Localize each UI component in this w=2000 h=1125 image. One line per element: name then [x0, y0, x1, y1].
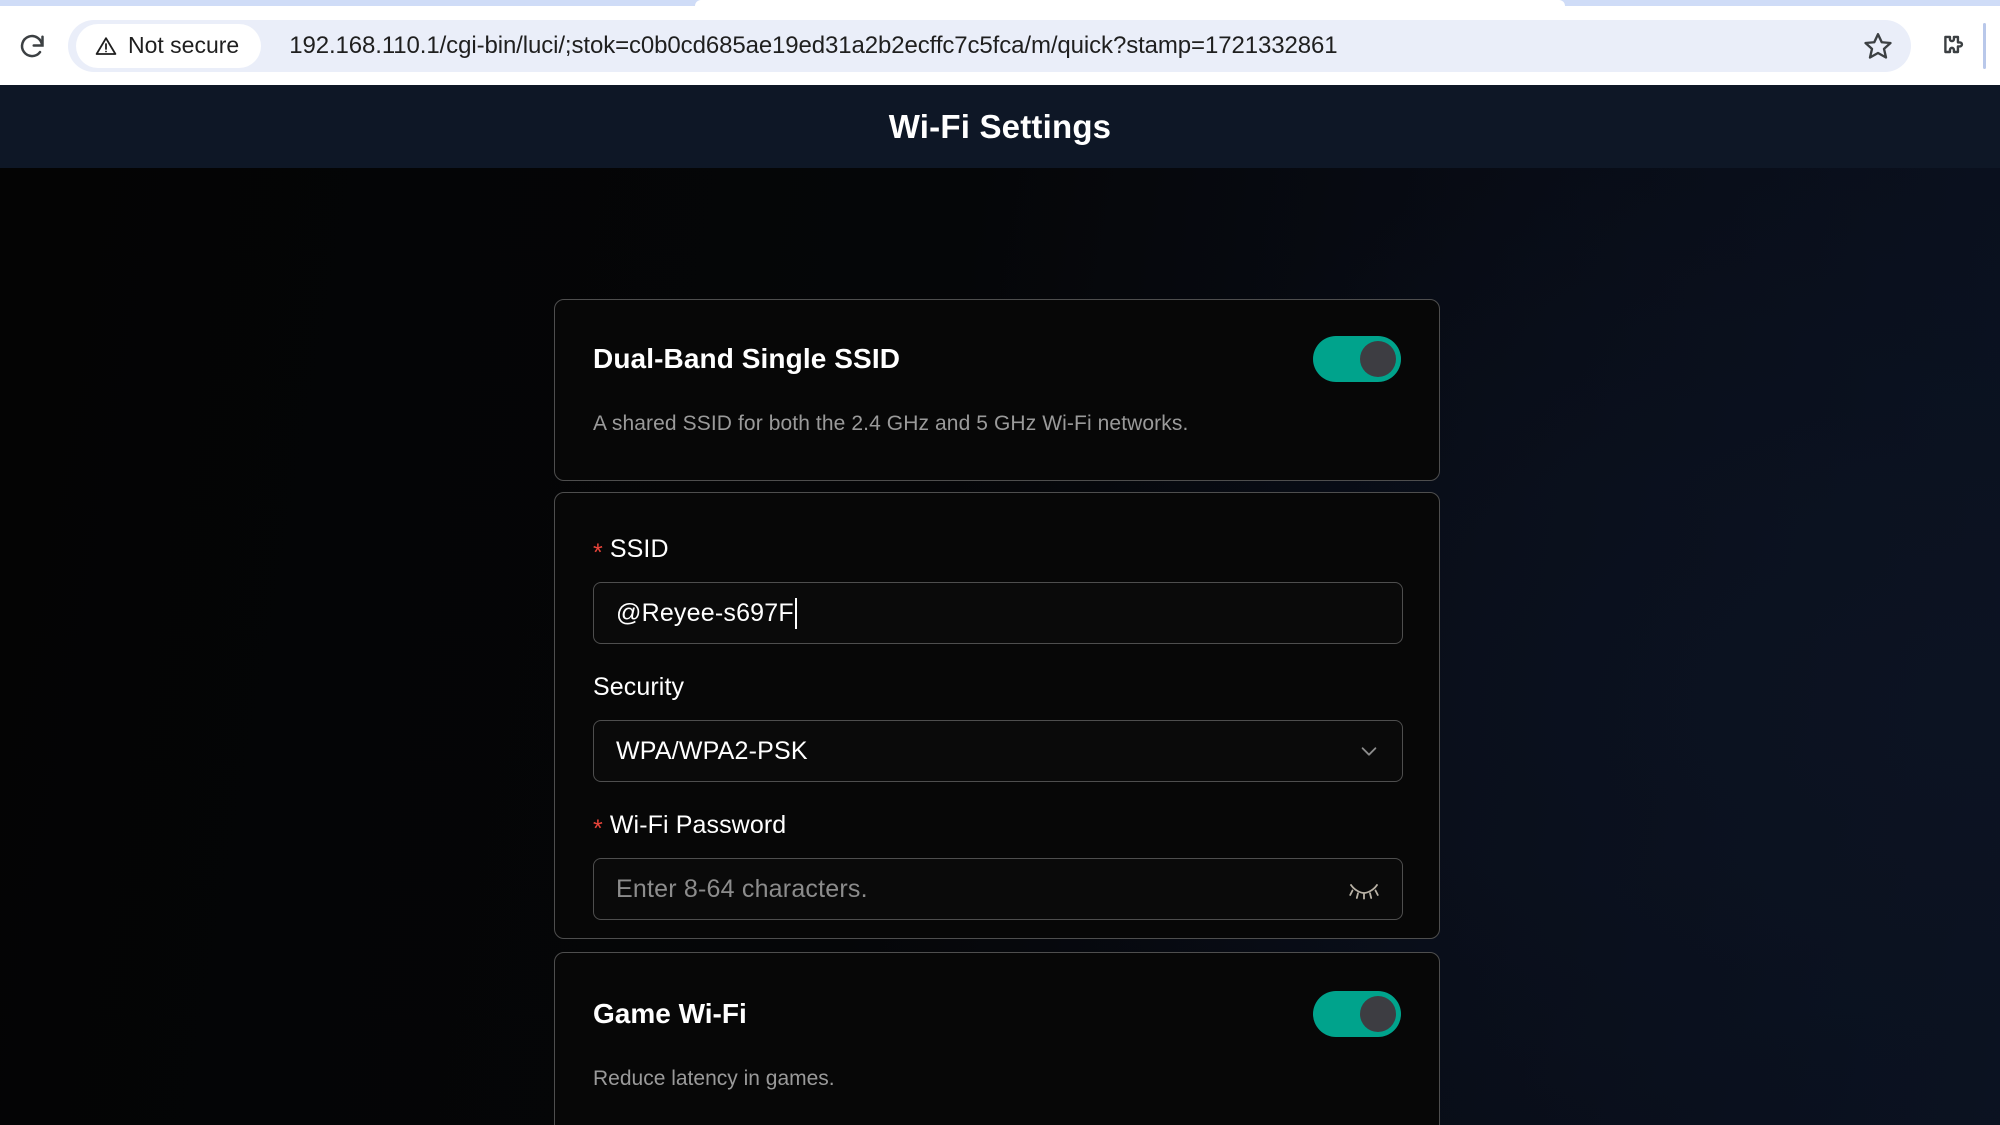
- dual-band-card: Dual-Band Single SSID A shared SSID for …: [554, 299, 1440, 481]
- chevron-down-icon: [1361, 747, 1377, 756]
- toggle-knob: [1360, 996, 1396, 1032]
- url-text: 192.168.110.1/cgi-bin/luci/;stok=c0b0cd6…: [289, 31, 1338, 59]
- browser-toolbar: Not secure 192.168.110.1/cgi-bin/luci/;s…: [0, 6, 2000, 85]
- window-edge-divider: [1983, 22, 1986, 69]
- bookmark-button[interactable]: [1855, 23, 1901, 69]
- wifi-settings-card: * SSID @Reyee-s697F Security WPA/WPA2-PS…: [554, 492, 1440, 939]
- star-icon: [1864, 32, 1892, 59]
- game-wifi-header-row: Game Wi-Fi: [593, 991, 1401, 1037]
- browser-chrome: Not secure 192.168.110.1/cgi-bin/luci/;s…: [0, 0, 2000, 85]
- game-wifi-toggle[interactable]: [1313, 991, 1401, 1037]
- security-label-text: Security: [593, 673, 685, 701]
- dual-band-description: A shared SSID for both the 2.4 GHz and 5…: [593, 412, 1189, 435]
- page-body: Wi-Fi Settings Dual-Band Single SSID A s…: [0, 85, 2000, 1125]
- password-input[interactable]: Enter 8-64 characters.: [593, 858, 1403, 920]
- security-select[interactable]: WPA/WPA2-PSK: [593, 720, 1403, 782]
- toggle-knob: [1360, 341, 1396, 377]
- security-status-label: Not secure: [128, 32, 240, 58]
- password-label: * Wi-Fi Password: [593, 811, 1403, 843]
- ssid-field-group: * SSID @Reyee-s697F: [593, 535, 1403, 644]
- ssid-label-text: SSID: [609, 535, 669, 563]
- security-status-chip[interactable]: Not secure: [76, 23, 262, 68]
- game-wifi-description: Reduce latency in games.: [593, 1067, 835, 1090]
- dual-band-header-row: Dual-Band Single SSID: [593, 336, 1401, 382]
- dual-band-title: Dual-Band Single SSID: [593, 343, 901, 374]
- game-wifi-card: Game Wi-Fi Reduce latency in games.: [554, 952, 1440, 1125]
- page-header: Wi-Fi Settings: [0, 85, 2000, 168]
- reload-icon: [20, 34, 44, 57]
- game-wifi-title: Game Wi-Fi: [593, 998, 747, 1029]
- page-title: Wi-Fi Settings: [888, 107, 1112, 145]
- ssid-input-value: @Reyee-s697F: [616, 598, 794, 627]
- reload-button[interactable]: [10, 24, 54, 68]
- warning-triangle-icon: [95, 36, 117, 55]
- required-asterisk: *: [593, 815, 603, 843]
- security-selected-value: WPA/WPA2-PSK: [616, 736, 808, 765]
- text-caret: [794, 597, 797, 629]
- puzzle-piece-icon: [1944, 35, 1964, 53]
- password-placeholder: Enter 8-64 characters.: [616, 874, 868, 903]
- security-label: Security: [593, 673, 1403, 702]
- eye-slash-icon[interactable]: [1348, 877, 1380, 901]
- security-field-group: Security WPA/WPA2-PSK: [593, 673, 1403, 782]
- ssid-input[interactable]: @Reyee-s697F: [593, 582, 1403, 644]
- dual-band-toggle[interactable]: [1313, 336, 1401, 382]
- ssid-label: * SSID: [593, 535, 1403, 567]
- address-bar[interactable]: Not secure 192.168.110.1/cgi-bin/luci/;s…: [68, 19, 1911, 72]
- password-label-text: Wi-Fi Password: [609, 811, 787, 839]
- required-asterisk: *: [593, 539, 603, 567]
- extensions-button[interactable]: [1925, 22, 1973, 70]
- password-field-group: * Wi-Fi Password Enter 8-64 characters.: [593, 811, 1403, 920]
